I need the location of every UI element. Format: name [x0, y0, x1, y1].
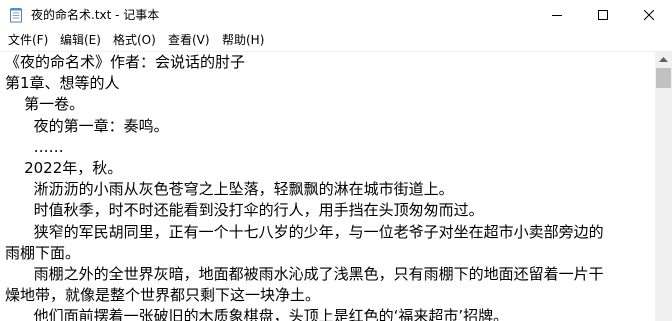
- text-line: 燥地带，就像是整个世界都只剩下这一块净土。: [5, 286, 321, 304]
- text-line: 第1章、想等的人: [5, 74, 120, 92]
- text-line: 夜的第一章：奏鸣。: [5, 117, 169, 135]
- notepad-icon[interactable]: [8, 7, 24, 23]
- text-line: 第一卷。: [5, 95, 85, 113]
- scroll-up-arrow-icon: [659, 56, 668, 62]
- menu-format[interactable]: 格式(O): [113, 30, 156, 51]
- text-line: 雨棚下面。: [5, 244, 81, 262]
- maximize-button[interactable]: [580, 0, 626, 30]
- text-line: 淅沥沥的小雨从灰色苍穹之上坠落，轻飘飘的淋在城市街道上。: [5, 180, 454, 198]
- vertical-scrollbar[interactable]: [655, 51, 672, 321]
- minimize-button[interactable]: [534, 0, 580, 30]
- menu-edit[interactable]: 编辑(E): [60, 30, 101, 51]
- window-title: 夜的命名术.txt - 记事本: [31, 8, 160, 22]
- scroll-thumb[interactable]: [656, 68, 671, 88]
- text-line: ……: [5, 138, 64, 156]
- text-line: 时值秋季，时不时还能看到没打伞的行人，用手挡在头顶匆匆而过。: [5, 201, 484, 219]
- menu-help[interactable]: 帮助(H): [222, 30, 264, 51]
- menu-view[interactable]: 查看(V): [168, 30, 210, 51]
- text-line: 《夜的命名术》作者：会说话的肘子: [5, 53, 246, 71]
- text-line: 2022年，秋。: [5, 159, 123, 177]
- menu-bar: 文件(F) 编辑(E) 格式(O) 查看(V) 帮助(H): [0, 30, 672, 51]
- maximize-icon: [598, 10, 608, 20]
- scroll-up-button[interactable]: [655, 51, 672, 68]
- text-editor-area[interactable]: 《夜的命名术》作者：会说话的肘子 第1章、想等的人 第一卷。 夜的第一章：奏鸣。…: [0, 51, 655, 321]
- menu-file[interactable]: 文件(F): [8, 30, 48, 51]
- minimize-icon: [552, 15, 562, 16]
- title-bar[interactable]: 夜的命名术.txt - 记事本: [0, 0, 672, 30]
- text-line: 他们面前摆着一张破旧的木质象棋盘，头顶上是红色的‘福来超市’招牌。: [5, 307, 509, 321]
- close-button[interactable]: [626, 0, 672, 30]
- notepad-window: 夜的命名术.txt - 记事本 文件(F) 编辑(E) 格式(O) 查看(V) …: [0, 0, 672, 321]
- text-line: 雨棚之外的全世界灰暗，地面都被雨水沁成了浅黑色，只有雨棚下的地面还留着一片干: [5, 265, 604, 283]
- text-line: 狭窄的军民胡同里，正有一个十七八岁的少年，与一位老爷子对坐在超市小卖部旁边的: [5, 223, 604, 241]
- close-icon: [644, 10, 654, 20]
